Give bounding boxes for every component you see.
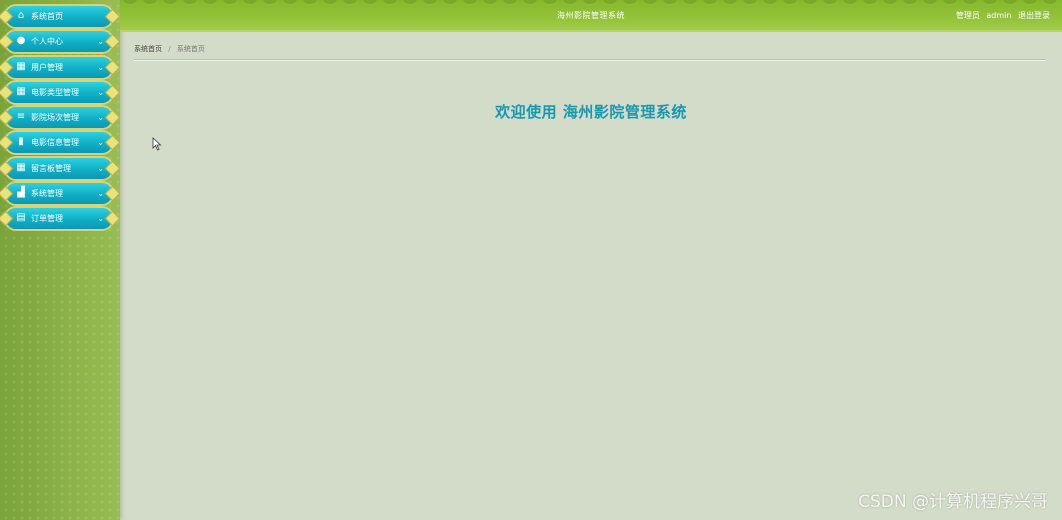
sidebar-item-label: 系统首页 (31, 12, 63, 21)
sidebar-item-orders[interactable]: ▤ 订单管理 ⌄ (6, 208, 112, 229)
clipboard-icon: ▤ (16, 212, 26, 223)
grid-icon: ▦ (16, 162, 26, 173)
user-area: 管理员 admin 退出登录 (952, 10, 1050, 21)
chevron-down-icon: ⌄ (97, 189, 104, 198)
logout-link[interactable]: 退出登录 (1018, 11, 1050, 20)
watermark: CSDN @计算机程序兴哥 (858, 492, 1048, 512)
chart-icon: ▟ (17, 187, 25, 198)
breadcrumb-current: 系统首页 (176, 45, 205, 53)
sidebar-item-users[interactable]: ▦ 用户管理 ⌄ (6, 57, 112, 78)
film-icon: ▮ (18, 136, 24, 147)
breadcrumb-separator: / (168, 45, 171, 53)
topbar: 海州影院管理系统 管理员 admin 退出登录 (120, 0, 1062, 32)
app-title: 海州影院管理系统 (557, 11, 625, 20)
sliders-icon: ≡ (16, 111, 26, 122)
breadcrumb-root[interactable]: 系统首页 (134, 45, 162, 53)
chevron-down-icon: ⌄ (97, 37, 104, 46)
sidebar-item-profile[interactable]: ● 个人中心 ⌄ (6, 31, 112, 52)
chevron-down-icon: ⌄ (97, 214, 104, 223)
sidebar-item-label: 系统管理 (31, 189, 63, 198)
sidebar-item-label: 个人中心 (31, 37, 63, 46)
sidebar-item-label: 用户管理 (31, 63, 63, 72)
home-icon: ⌂ (17, 10, 25, 21)
sidebar-item-label: 电影信息管理 (31, 138, 79, 147)
chevron-down-icon: ⌄ (97, 164, 104, 173)
grid-icon: ▦ (16, 86, 26, 97)
sidebar-item-label: 影院场次管理 (31, 113, 79, 122)
divider (134, 59, 1046, 61)
sidebar-item-label: 电影类型管理 (31, 88, 79, 97)
sidebar-item-label: 留言板管理 (31, 164, 71, 173)
sidebar: ⌂ 系统首页 ● 个人中心 ⌄ ▦ 用户管理 ⌄ ▦ 电影类型管理 ⌄ ≡ 影院… (0, 0, 120, 520)
username: admin (986, 11, 1012, 20)
sidebar-item-screenings[interactable]: ≡ 影院场次管理 ⌄ (6, 107, 112, 128)
sidebar-item-home[interactable]: ⌂ 系统首页 (6, 6, 112, 27)
breadcrumb: 系统首页 / 系统首页 (134, 44, 205, 54)
user-role: 管理员 (955, 11, 980, 20)
user-icon: ● (16, 35, 26, 46)
sidebar-item-label: 订单管理 (31, 214, 63, 223)
sidebar-item-messages[interactable]: ▦ 留言板管理 ⌄ (6, 158, 112, 179)
chevron-down-icon: ⌄ (97, 88, 104, 97)
mouse-cursor-icon (152, 137, 162, 151)
sidebar-item-movie-types[interactable]: ▦ 电影类型管理 ⌄ (6, 82, 112, 103)
chevron-down-icon: ⌄ (97, 113, 104, 122)
sidebar-item-movies[interactable]: ▮ 电影信息管理 ⌄ (6, 132, 112, 153)
sidebar-item-system[interactable]: ▟ 系统管理 ⌄ (6, 183, 112, 204)
welcome-heading: 欢迎使用 海州影院管理系统 (495, 103, 687, 121)
grid-icon: ▦ (16, 61, 26, 72)
chevron-down-icon: ⌄ (97, 63, 104, 72)
chevron-down-icon: ⌄ (97, 138, 104, 147)
